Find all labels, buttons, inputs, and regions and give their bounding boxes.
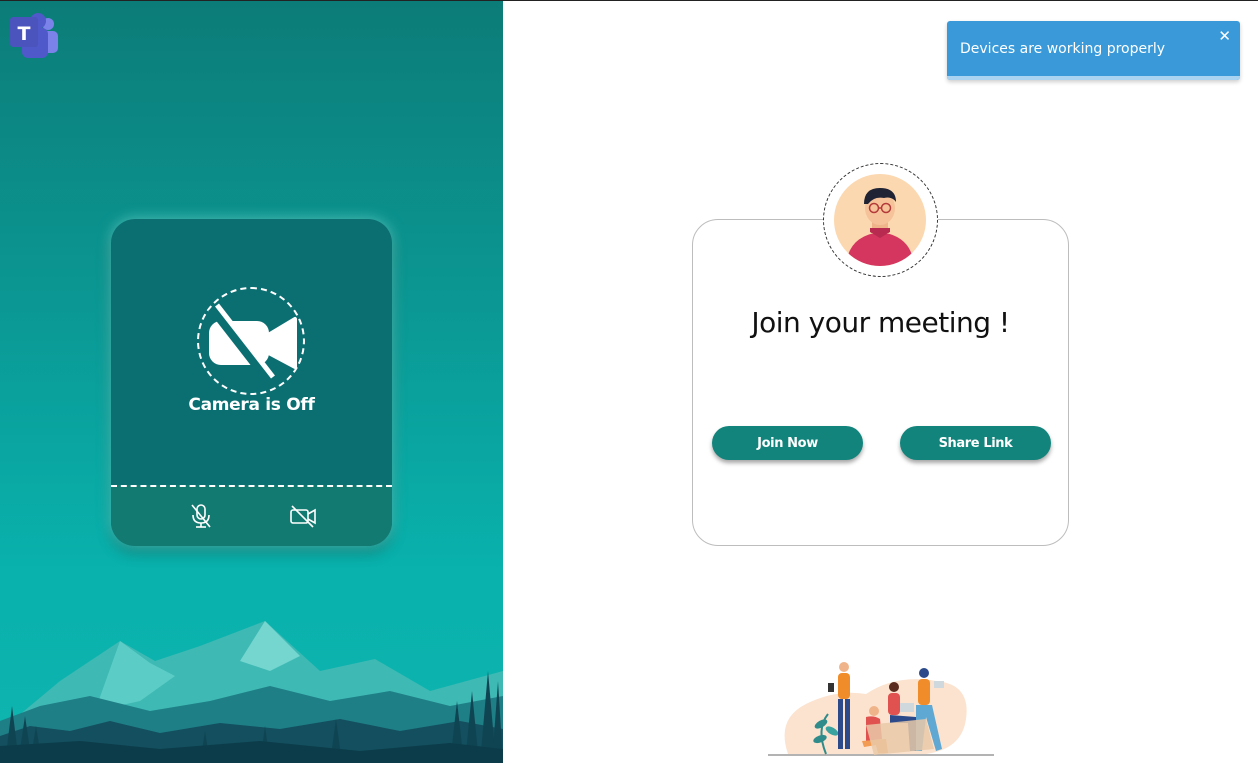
join-now-button[interactable]: Join Now: [712, 426, 863, 460]
preview-controls-bar: [111, 485, 392, 546]
camera-preview-card: Camera is Off: [111, 219, 392, 546]
join-meeting-title: Join your meeting !: [751, 306, 1010, 339]
teams-logo: T: [8, 11, 60, 59]
camera-off-icon: [197, 287, 305, 395]
camera-preview-area: Camera is Off: [111, 219, 392, 485]
team-illustration: [766, 659, 996, 759]
devices-notification-toast: Devices are working properly ✕: [947, 21, 1240, 80]
left-panel: T Camera is Off: [0, 1, 503, 763]
notification-message: Devices are working properly: [960, 41, 1166, 57]
avatar: [823, 163, 938, 277]
share-link-button[interactable]: Share Link: [900, 426, 1051, 460]
close-icon[interactable]: ✕: [1218, 27, 1231, 45]
video-off-icon[interactable]: [289, 502, 317, 530]
teams-logo-letter: T: [18, 23, 31, 45]
mic-off-icon[interactable]: [187, 502, 215, 530]
notification-progress-bar: [947, 76, 1240, 80]
mountain-landscape: [0, 601, 503, 763]
camera-status-label: Camera is Off: [188, 395, 315, 415]
